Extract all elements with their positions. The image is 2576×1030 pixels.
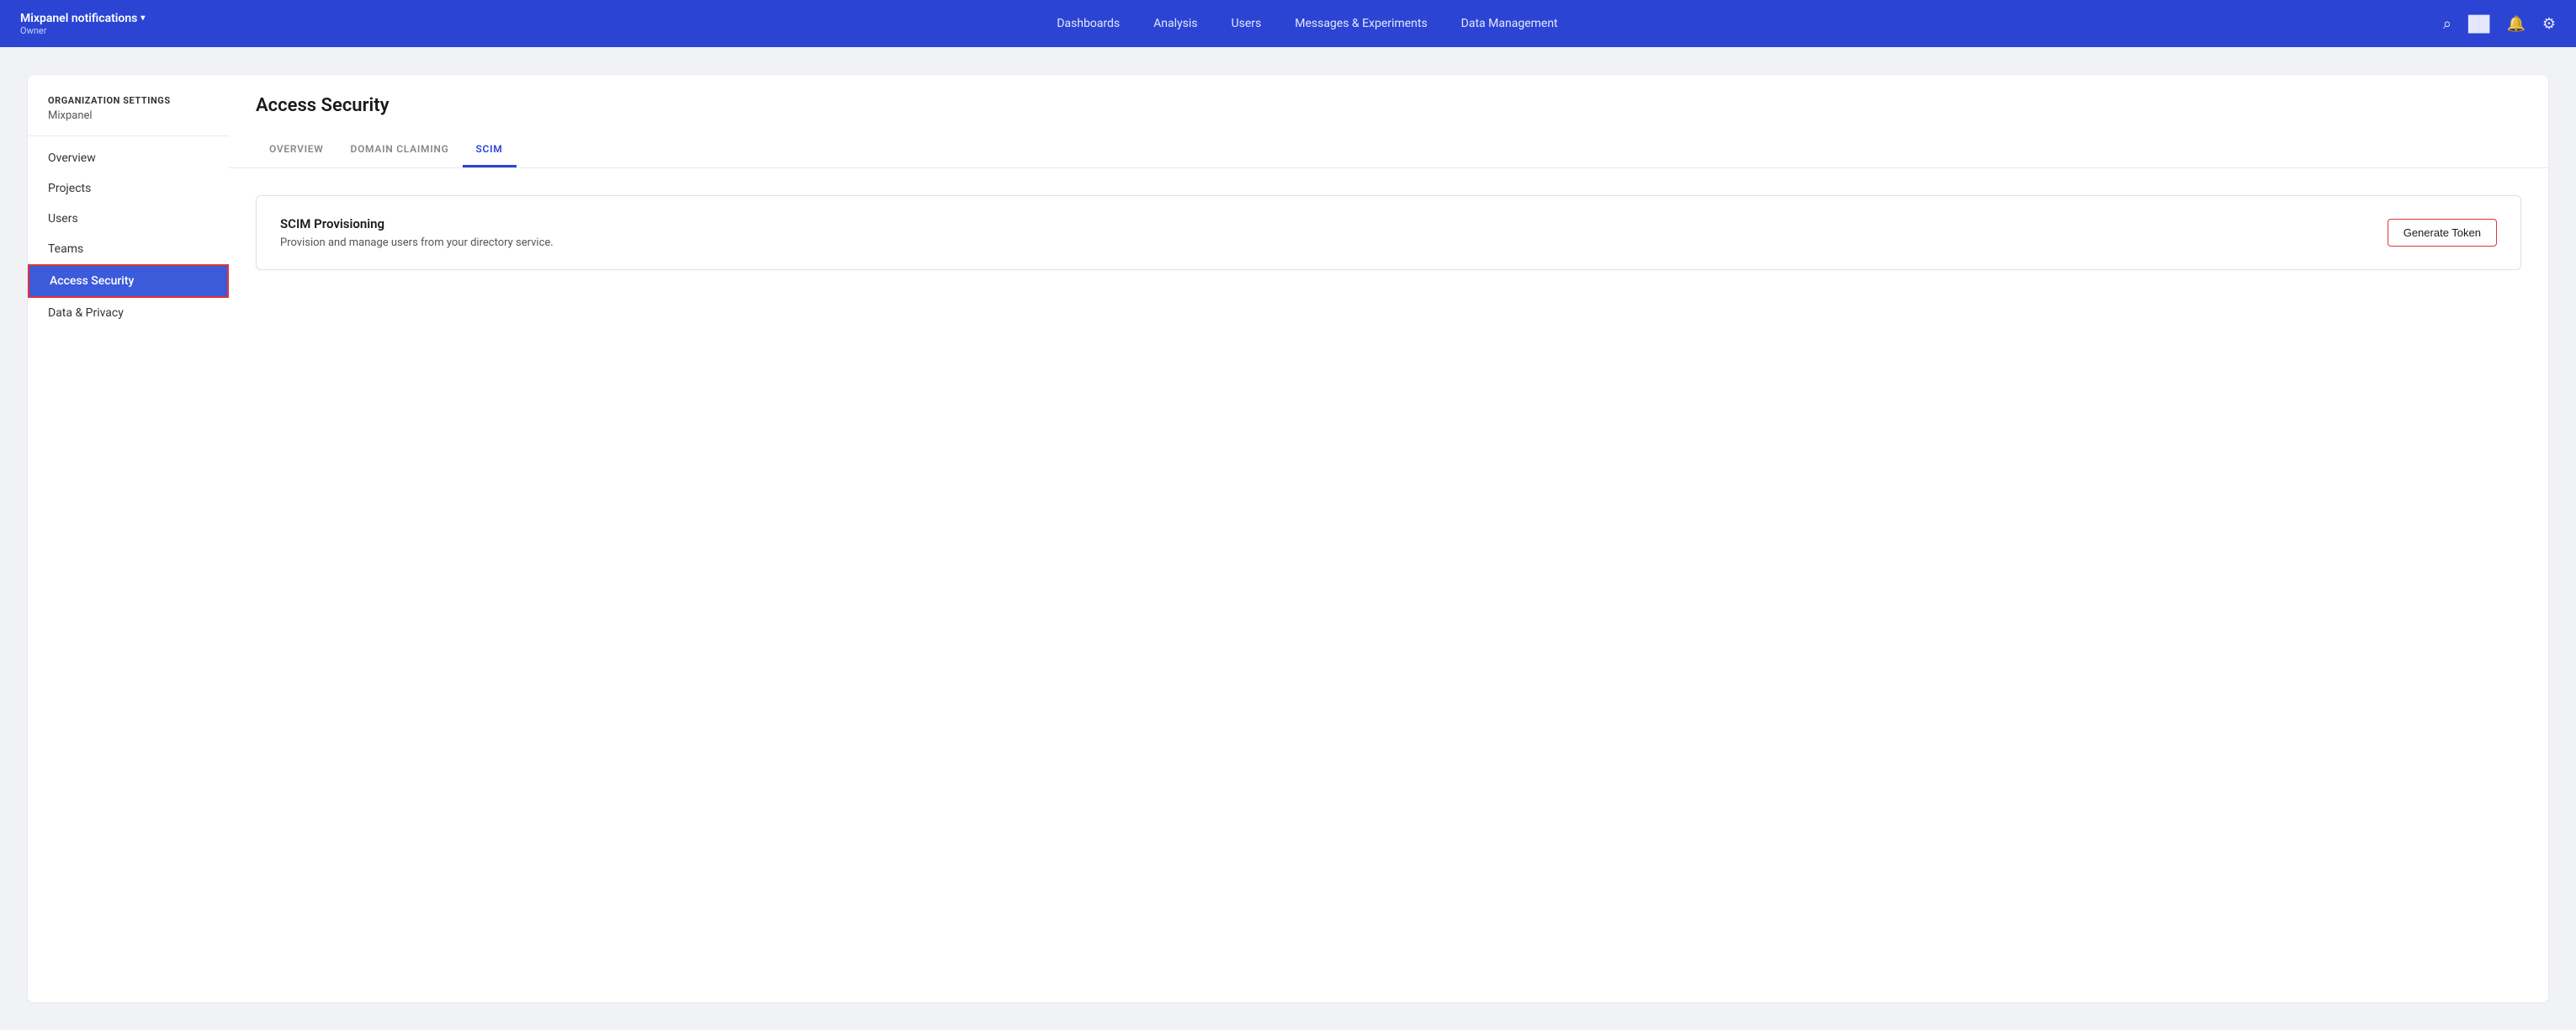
sidebar-item-teams[interactable]: Teams [28, 234, 229, 264]
nav-link-analysis[interactable]: Analysis [1153, 17, 1197, 30]
sidebar-org-name: Mixpanel [28, 109, 229, 135]
main-layout: ORGANIZATION SETTINGS Mixpanel Overview … [0, 47, 2576, 1030]
sidebar: ORGANIZATION SETTINGS Mixpanel Overview … [27, 74, 229, 1003]
top-navigation: Mixpanel notifications ▾ Owner Dashboard… [0, 0, 2576, 47]
tab-overview[interactable]: OVERVIEW [256, 133, 337, 167]
tab-scim[interactable]: SCIM [463, 133, 517, 167]
topnav-links: Dashboards Analysis Users Messages & Exp… [172, 17, 2443, 30]
scim-provisioning-card: SCIM Provisioning Provision and manage u… [256, 195, 2521, 270]
brand-role: Owner [20, 25, 172, 36]
scim-card-description: Provision and manage users from your dir… [280, 236, 554, 249]
content-area: Access Security OVERVIEW DOMAIN CLAIMING… [229, 74, 2549, 1003]
sidebar-item-users[interactable]: Users [28, 204, 229, 234]
sidebar-divider [28, 135, 229, 136]
grid-icon[interactable]: ██ [2468, 15, 2490, 33]
brand-name: Mixpanel notifications ▾ [20, 12, 172, 25]
tab-bar: OVERVIEW DOMAIN CLAIMING SCIM [256, 133, 2521, 167]
content-body: SCIM Provisioning Provision and manage u… [229, 168, 2548, 297]
gear-icon[interactable]: ⚙ [2542, 15, 2556, 33]
scim-card-info: SCIM Provisioning Provision and manage u… [280, 216, 554, 249]
brand-name-text: Mixpanel notifications [20, 12, 137, 25]
nav-link-dashboards[interactable]: Dashboards [1057, 17, 1120, 30]
nav-link-users[interactable]: Users [1232, 17, 1262, 30]
scim-card-title: SCIM Provisioning [280, 216, 554, 231]
search-icon[interactable]: ⌕ [2443, 15, 2451, 33]
brand-chevron-icon: ▾ [140, 13, 145, 23]
content-header: Access Security OVERVIEW DOMAIN CLAIMING… [229, 75, 2548, 168]
sidebar-section-title: ORGANIZATION SETTINGS [28, 95, 229, 109]
brand-area[interactable]: Mixpanel notifications ▾ Owner [20, 12, 172, 36]
tab-domain-claiming[interactable]: DOMAIN CLAIMING [337, 133, 463, 167]
sidebar-item-overview[interactable]: Overview [28, 143, 229, 173]
topnav-actions: ⌕ ██ 🔔 ⚙ [2443, 15, 2556, 33]
generate-token-button[interactable]: Generate Token [2388, 219, 2497, 247]
nav-link-data-management[interactable]: Data Management [1461, 17, 1558, 30]
page-title: Access Security [256, 95, 2521, 116]
nav-link-messages[interactable]: Messages & Experiments [1295, 17, 1427, 30]
sidebar-item-projects[interactable]: Projects [28, 173, 229, 204]
sidebar-item-data-privacy[interactable]: Data & Privacy [28, 298, 229, 328]
bell-icon[interactable]: 🔔 [2506, 15, 2525, 33]
sidebar-item-access-security[interactable]: Access Security [28, 264, 229, 298]
